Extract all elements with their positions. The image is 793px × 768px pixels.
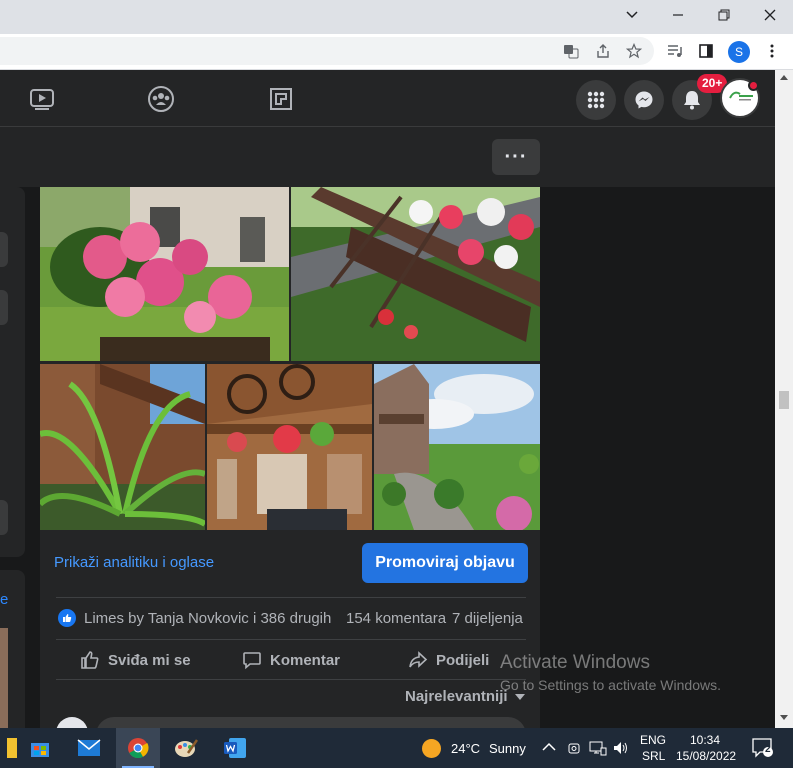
post-card: Prikaži analitiku i oglase Promoviraj ob… [40, 187, 540, 728]
clock-time[interactable]: 10:34 [690, 733, 720, 747]
share-arrow-icon [409, 651, 428, 668]
folder-icon [7, 738, 17, 758]
caret-down-icon [514, 693, 525, 700]
restore-icon [718, 9, 730, 21]
post-photo-2[interactable] [291, 187, 540, 361]
shares-count[interactable]: 7 dijeljenja [452, 610, 523, 627]
facebook-top-nav: 20+ [0, 70, 793, 127]
chrome-menu-icon[interactable] [763, 42, 781, 60]
messenger-button[interactable] [624, 80, 664, 120]
keyboard-layout[interactable]: SRL [642, 749, 665, 763]
post-photo-3[interactable] [40, 364, 205, 530]
scrollbar-thumb[interactable] [779, 391, 789, 409]
left-sidebar-card [0, 187, 25, 557]
taskbar-mail[interactable] [67, 728, 111, 768]
thumbs-up-icon [81, 651, 99, 669]
scroll-down-icon[interactable] [780, 715, 788, 721]
notification-count: 2 [765, 744, 771, 755]
sun-icon[interactable] [422, 739, 441, 758]
chrome-icon [128, 738, 149, 759]
paint-palette-icon [175, 739, 198, 757]
windows-taskbar: 24°C Sunny ENG SRL 10:34 15/08/2022 2 [0, 728, 793, 768]
chevron-up-icon[interactable] [542, 742, 556, 752]
media-controls-icon[interactable] [666, 42, 684, 60]
comment-input[interactable] [96, 717, 526, 728]
address-bar[interactable] [0, 37, 654, 65]
taskbar-store[interactable] [18, 728, 62, 768]
browser-title-bar [0, 0, 793, 34]
restore-button[interactable] [701, 0, 747, 30]
store-icon [31, 743, 49, 757]
like-label: Sviđa mi se [108, 651, 191, 669]
profile-initial: S [734, 45, 743, 59]
comments-count[interactable]: 154 komentara [346, 610, 446, 627]
post-photo-1[interactable] [40, 187, 289, 361]
watch-icon[interactable] [27, 84, 57, 114]
more-options-button[interactable]: ··· [492, 139, 540, 175]
avatar-notification-dot [748, 80, 759, 91]
post-actions: Sviđa mi se Komentar Podijeli [56, 639, 526, 680]
bell-icon [684, 91, 700, 110]
sidebar-box [0, 232, 8, 267]
reactions-summary[interactable]: Limes by Tanja Novkovic i 386 drugih [84, 610, 331, 627]
close-button[interactable] [747, 0, 793, 30]
comment-button[interactable]: Komentar [242, 650, 340, 670]
boost-post-button[interactable]: Promoviraj objavu [362, 543, 528, 583]
promotion-row: Prikaži analitiku i oglase Promoviraj ob… [40, 530, 540, 596]
sidebar-thumbnail [0, 628, 8, 728]
menu-button[interactable] [576, 80, 616, 120]
post-photo-5[interactable] [374, 364, 540, 530]
sidebar-partial-link[interactable]: e [0, 591, 8, 608]
mail-icon [77, 739, 101, 756]
taskbar-word[interactable] [213, 728, 257, 768]
side-panel-icon[interactable] [697, 42, 715, 60]
minimize-icon [673, 14, 683, 16]
like-reaction-icon [58, 609, 76, 627]
notification-center-button[interactable]: 2 [752, 737, 774, 759]
page-header: ··· [0, 127, 775, 187]
like-button[interactable]: Sviđa mi se [80, 650, 191, 670]
post-photo-4[interactable] [207, 364, 372, 530]
weather-condition[interactable]: Sunny [489, 741, 526, 756]
taskbar-paint[interactable] [164, 728, 208, 768]
onedrive-icon[interactable] [566, 740, 582, 756]
taskbar-chrome[interactable] [116, 728, 160, 768]
translate-icon[interactable] [562, 42, 580, 60]
comment-icon [243, 652, 261, 670]
messenger-icon [635, 91, 653, 109]
activate-windows-subtitle: Go to Settings to activate Windows. [500, 677, 721, 693]
chevron-down-icon [626, 11, 638, 19]
sidebar-box [0, 500, 8, 535]
share-label: Podijeli [436, 651, 490, 669]
sidebar-box [0, 290, 8, 325]
comment-label: Komentar [270, 651, 341, 669]
input-language[interactable]: ENG [640, 733, 666, 747]
view-insights-link[interactable]: Prikaži analitiku i oglase [54, 554, 214, 571]
word-icon [224, 738, 246, 758]
share-button[interactable]: Podijeli [408, 650, 489, 670]
weather-temperature[interactable]: 24°C [451, 741, 480, 756]
volume-icon[interactable] [612, 740, 630, 756]
bookmark-star-icon[interactable] [625, 42, 643, 60]
network-icon[interactable] [589, 740, 607, 756]
tab-search-button[interactable] [609, 0, 655, 30]
post-stats: Limes by Tanja Novkovic i 386 drugih 154… [56, 597, 526, 639]
sort-label: Najrelevantniji [405, 688, 508, 705]
clock-date[interactable]: 15/08/2022 [676, 749, 736, 763]
share-icon[interactable] [594, 42, 612, 60]
browser-toolbar: S [0, 34, 793, 70]
activate-windows-title: Activate Windows [500, 652, 650, 673]
scroll-up-icon[interactable] [780, 74, 788, 80]
gaming-icon[interactable] [266, 84, 296, 114]
profile-avatar[interactable]: S [728, 41, 750, 63]
close-icon [764, 9, 776, 21]
minimize-button[interactable] [655, 0, 701, 30]
groups-icon[interactable] [146, 84, 176, 114]
grid-menu-icon [587, 91, 605, 109]
commenter-avatar [56, 717, 88, 728]
